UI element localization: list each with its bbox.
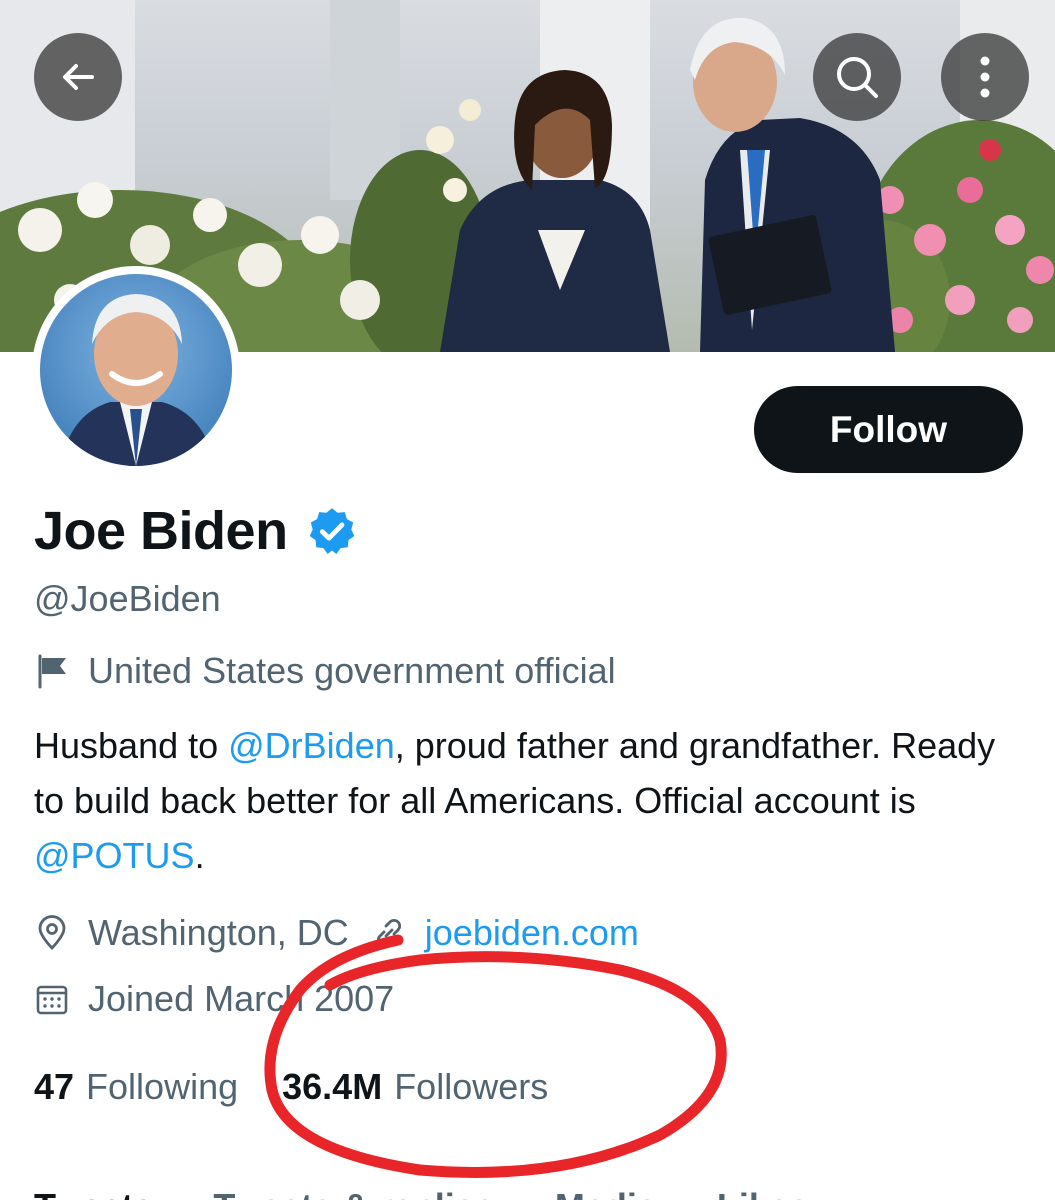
followers-label: Followers bbox=[394, 1066, 549, 1107]
mention-link-potus[interactable]: @POTUS bbox=[34, 835, 195, 876]
profile-name-row: Joe Biden bbox=[34, 500, 358, 562]
avatar-photo bbox=[40, 274, 232, 466]
calendar-icon bbox=[36, 985, 68, 1015]
following-link[interactable]: 47 Following bbox=[34, 1066, 238, 1108]
profile-meta-location-website: Washington, DC joebiden.com bbox=[34, 912, 639, 954]
follow-button[interactable]: Follow bbox=[754, 386, 1023, 473]
display-name: Joe Biden bbox=[34, 501, 288, 561]
category-text: United States government official bbox=[88, 650, 616, 691]
verified-badge-icon[interactable] bbox=[306, 505, 358, 557]
tab-tweets[interactable]: Tweets bbox=[34, 1186, 153, 1200]
profile-bio: Husband to @DrBiden, proud father and gr… bbox=[34, 718, 1024, 883]
back-button[interactable] bbox=[34, 33, 122, 121]
follow-stats: 47 Following 36.4M Followers bbox=[34, 1066, 548, 1108]
following-label: Following bbox=[86, 1066, 239, 1107]
more-vertical-icon bbox=[980, 56, 990, 98]
profile-avatar[interactable] bbox=[32, 266, 240, 474]
profile-handle: @JoeBiden bbox=[34, 578, 221, 619]
tab-tweets-replies[interactable]: Tweets & replies bbox=[213, 1186, 494, 1200]
flag-icon bbox=[38, 654, 66, 689]
location-pin-icon bbox=[38, 915, 66, 950]
tab-likes[interactable]: Likes bbox=[717, 1186, 809, 1200]
search-icon bbox=[837, 57, 878, 98]
joined-text: Joined March 2007 bbox=[88, 978, 395, 1019]
followers-count: 36.4M bbox=[282, 1066, 383, 1107]
profile-meta-joined: Joined March 2007 bbox=[34, 978, 394, 1020]
more-options-button[interactable] bbox=[941, 33, 1029, 121]
following-count: 47 bbox=[34, 1066, 75, 1107]
tab-media[interactable]: Media bbox=[555, 1186, 657, 1200]
arrow-left-icon bbox=[63, 64, 94, 90]
link-icon bbox=[376, 918, 401, 948]
followers-link[interactable]: 36.4M Followers bbox=[282, 1066, 548, 1108]
professional-category: United States government official bbox=[34, 650, 616, 692]
bio-text: . bbox=[194, 835, 205, 876]
search-button[interactable] bbox=[813, 33, 901, 121]
website-link[interactable]: joebiden.com bbox=[425, 912, 639, 954]
mention-link-drbiden[interactable]: @DrBiden bbox=[228, 725, 395, 766]
location-text: Washington, DC bbox=[88, 912, 349, 953]
profile-tabs: Tweets Tweets & replies Media Likes bbox=[34, 1186, 869, 1200]
bio-text: Husband to bbox=[34, 725, 229, 766]
